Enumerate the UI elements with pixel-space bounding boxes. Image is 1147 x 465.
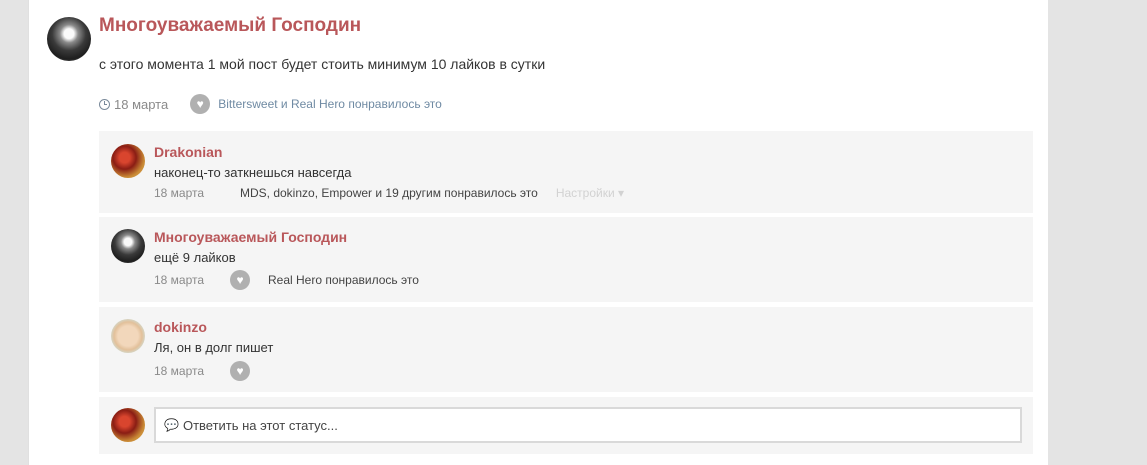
like-button[interactable]: ♥ (230, 361, 250, 381)
comment-item: Многоуважаемый Господин ещё 9 лайков 18 … (99, 217, 1033, 302)
avatar (111, 408, 145, 442)
avatar[interactable] (111, 319, 145, 353)
heart-icon: ♥ (196, 97, 204, 111)
settings-dropdown[interactable]: Настройки ▾ (556, 186, 624, 200)
status-meta: 18 марта ♥ Bittersweet и Real Hero понра… (99, 94, 442, 114)
comment-author[interactable]: dokinzo (154, 319, 207, 335)
reply-placeholder: Ответить на этот статус... (182, 417, 338, 433)
comment-item: Drakonian наконец-то заткнешься навсегда… (99, 131, 1033, 213)
comment-meta: 18 марта MDS, dokinzo, Empower и 19 друг… (154, 183, 624, 203)
comment-meta: 18 марта ♥ (154, 361, 268, 381)
status-author[interactable]: Многоуважаемый Господин (99, 15, 361, 37)
comment-likes[interactable]: MDS, dokinzo, Empower и 19 другим понрав… (240, 186, 538, 200)
avatar[interactable] (111, 144, 145, 178)
avatar[interactable] (47, 17, 91, 61)
status-text: с этого момента 1 мой пост будет стоить … (99, 56, 546, 72)
comment-text: Ля, он в долг пишет (154, 340, 274, 355)
like-button[interactable]: ♥ (190, 94, 211, 114)
comment-date[interactable]: 18 марта (154, 273, 230, 287)
reply-box: 💬 Ответить на этот статус... (99, 397, 1033, 454)
comment-bubble-icon: 💬 (164, 418, 179, 432)
clock-icon (99, 98, 110, 110)
reply-input[interactable]: 💬 Ответить на этот статус... (154, 407, 1022, 443)
comment-text: наконец-то заткнешься навсегда (154, 165, 352, 180)
comment-date[interactable]: 18 марта (154, 364, 230, 378)
heart-icon: ♥ (236, 273, 244, 287)
comment-likes[interactable]: Real Hero понравилось это (268, 273, 419, 287)
comment-date[interactable]: 18 марта (154, 186, 230, 200)
comment-meta: 18 марта ♥ Real Hero понравилось это (154, 270, 419, 290)
like-button[interactable]: ♥ (230, 270, 250, 290)
heart-icon: ♥ (236, 364, 244, 378)
avatar[interactable] (111, 229, 145, 263)
comment-author[interactable]: Drakonian (154, 144, 222, 160)
status-date[interactable]: 18 марта (114, 97, 168, 112)
status-likes[interactable]: Bittersweet и Real Hero понравилось это (218, 97, 442, 111)
comment-item: dokinzo Ля, он в долг пишет 18 марта ♥ (99, 307, 1033, 392)
comment-text: ещё 9 лайков (154, 250, 236, 265)
comment-author[interactable]: Многоуважаемый Господин (154, 229, 347, 245)
